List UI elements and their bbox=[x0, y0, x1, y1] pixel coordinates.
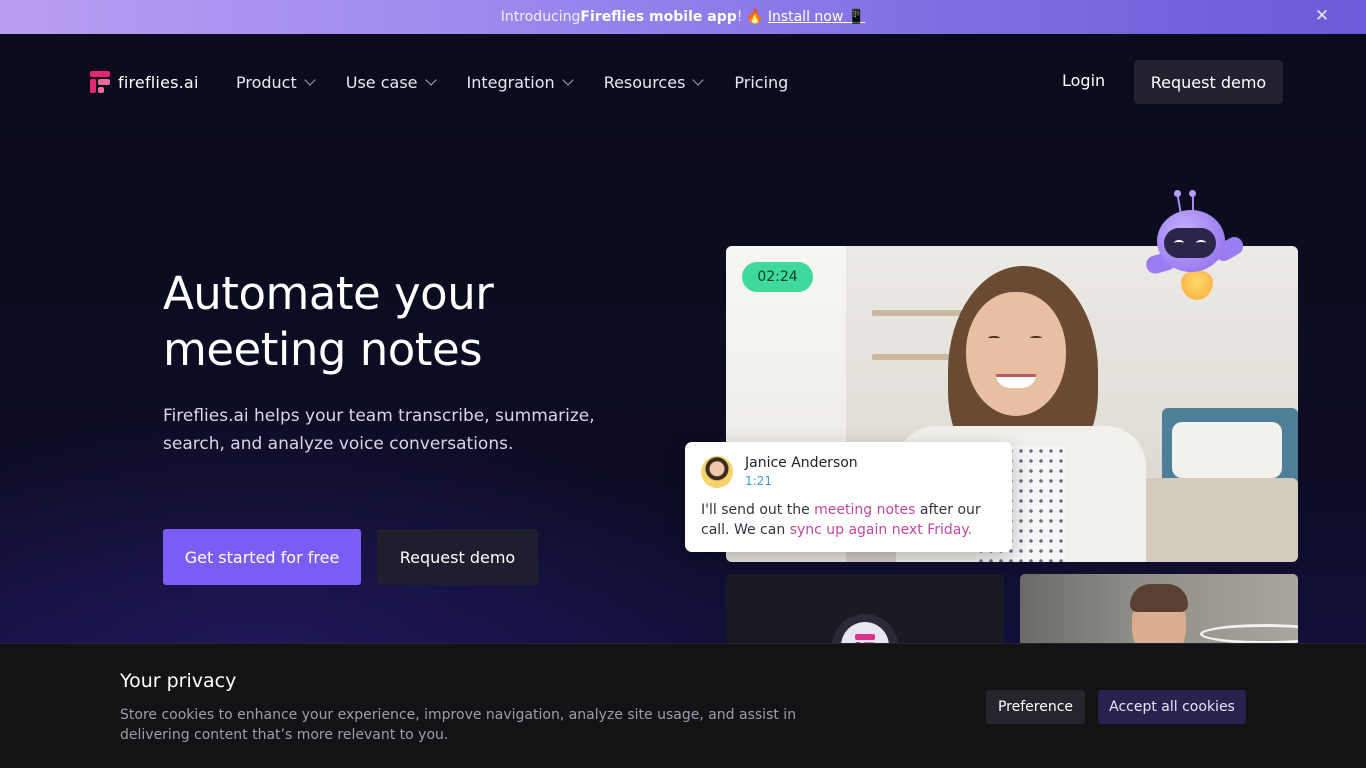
speaker-name: Janice Anderson bbox=[745, 455, 858, 471]
hero-title: Automate your meeting notes bbox=[163, 266, 643, 378]
nav-item-label: Resources bbox=[603, 72, 686, 92]
video-tile-fireflies-bot bbox=[726, 574, 1004, 654]
close-icon[interactable]: ✕ bbox=[1312, 6, 1332, 26]
accept-all-cookies-button[interactable]: Accept all cookies bbox=[1098, 690, 1246, 724]
transcript-text: I'll send out the meeting notes after ou… bbox=[701, 500, 1001, 540]
avatar bbox=[701, 456, 733, 488]
hero-subtitle: Fireflies.ai helps your team transcribe,… bbox=[163, 406, 595, 454]
login-link[interactable]: Login bbox=[1062, 71, 1105, 90]
chevron-down-icon bbox=[424, 74, 437, 86]
hero-title-line1: Automate your bbox=[163, 267, 494, 320]
nav-request-demo-button[interactable]: Request demo bbox=[1134, 60, 1283, 104]
nav-item-product[interactable]: Product bbox=[236, 71, 316, 93]
cookie-title: Your privacy bbox=[120, 670, 237, 692]
cookie-description: Store cookies to enhance your experience… bbox=[120, 707, 797, 743]
logo-text: fireflies.ai bbox=[118, 72, 199, 92]
nav-item-integration[interactable]: Integration bbox=[466, 71, 574, 93]
speaker-timestamp: 1:21 bbox=[745, 474, 772, 488]
nav-item-pricing[interactable]: Pricing bbox=[734, 71, 788, 93]
fire-icon: 🔥 bbox=[746, 9, 764, 25]
hero-title-line2: meeting notes bbox=[163, 323, 483, 376]
announcement-prefix: Introducing bbox=[500, 9, 581, 25]
main-nav: Product Use case Integration Resources P… bbox=[236, 71, 820, 93]
chevron-down-icon bbox=[562, 74, 574, 86]
transcript-highlight: meeting notes bbox=[814, 502, 916, 518]
nav-item-label: Use case bbox=[345, 72, 418, 92]
robot-mascot-icon bbox=[1140, 188, 1250, 308]
chevron-down-icon bbox=[304, 74, 316, 86]
fireflies-logo-icon bbox=[90, 71, 110, 93]
cookie-preference-button[interactable]: Preference bbox=[986, 690, 1085, 724]
announcement-app-name: Fireflies mobile app bbox=[580, 9, 737, 25]
install-now-link[interactable]: Install now 📱 bbox=[768, 9, 865, 25]
nav-item-resources[interactable]: Resources bbox=[603, 71, 705, 93]
call-timer-badge: 02:24 bbox=[742, 262, 813, 292]
get-started-button[interactable]: Get started for free bbox=[163, 529, 361, 585]
hero-request-demo-button[interactable]: Request demo bbox=[377, 529, 538, 585]
announcement-suffix: ! bbox=[736, 9, 743, 25]
transcript-highlight: sync up again next Friday. bbox=[789, 522, 973, 538]
logo[interactable]: fireflies.ai bbox=[90, 71, 199, 93]
transcript-chat-card: Janice Anderson 1:21 I'll send out the m… bbox=[685, 442, 1012, 552]
nav-item-use-case[interactable]: Use case bbox=[345, 71, 437, 93]
transcript-text-part: I'll send out the bbox=[701, 502, 815, 518]
nav-item-label: Product bbox=[236, 72, 297, 92]
chevron-down-icon bbox=[692, 74, 705, 86]
video-tile-participant bbox=[1020, 574, 1298, 654]
cookie-banner: Your privacy Store cookies to enhance yo… bbox=[0, 643, 1366, 768]
announcement-bar: Introducing Fireflies mobile app ! 🔥 Ins… bbox=[0, 0, 1366, 34]
nav-item-label: Integration bbox=[466, 72, 555, 92]
nav-item-label: Pricing bbox=[734, 72, 789, 92]
